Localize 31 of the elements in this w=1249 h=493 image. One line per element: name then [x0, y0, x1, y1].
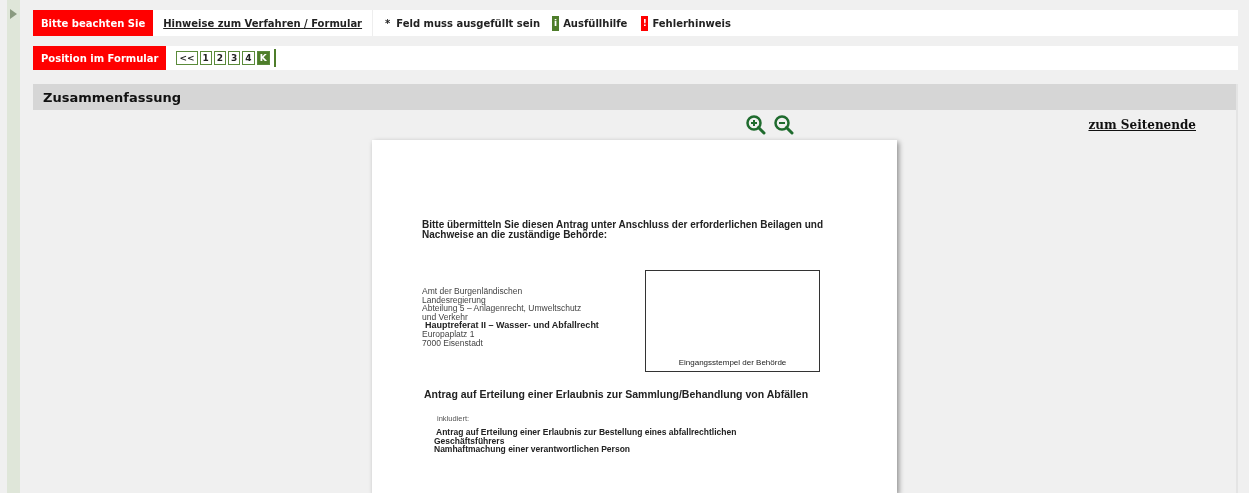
position-label: Position im Formular	[33, 46, 167, 70]
required-mark: *	[385, 17, 391, 29]
instructions-link[interactable]: Hinweise zum Verfahren / Formular	[163, 17, 373, 29]
address-line: Landesregierung	[422, 295, 486, 304]
address-line: Abteilung 5 – Anlagenrecht, Umweltschutz	[422, 304, 583, 313]
page-button[interactable]: 2	[213, 51, 227, 65]
panel-title: Zusammenfassung	[43, 89, 182, 105]
included-item: Namhaftmachung einer verantwortlichen Person	[434, 445, 632, 454]
document-heading: Antrag auf Erteilung einer Erlaubnis zur Sammlung/Behandlung von Abfällen	[424, 388, 810, 400]
zoom-in-icon[interactable]	[745, 115, 766, 135]
address-line: Hauptreferat II – Wasser- und Abfallrecht	[425, 321, 599, 330]
legend-label: Feld muss ausgefüllt sein	[396, 17, 541, 29]
zoom-out-icon[interactable]	[773, 115, 794, 135]
stamp-label: Eingangsstempel der Behörde	[678, 358, 787, 367]
legend-label: Ausfüllhilfe	[563, 17, 628, 29]
address-line: 7000 Eisenstadt	[422, 338, 484, 347]
info-badge: i	[552, 15, 560, 31]
address-line: Europaplatz 1	[422, 330, 475, 339]
page-end-link[interactable]: zum Seitenende	[1088, 118, 1196, 132]
page-button[interactable]: <<	[176, 51, 198, 65]
notice-label: Bitte beachten Sie	[33, 10, 154, 36]
page-button[interactable]: 3	[228, 51, 241, 65]
page-button[interactable]: 4	[242, 51, 255, 65]
included-item: Antrag auf Erteilung einer Erlaubnis zur Bestellung eines abfallrechtlichen Geschäftsführers	[434, 428, 738, 445]
page-button[interactable]: 1	[199, 51, 212, 65]
error-badge: !	[641, 15, 649, 31]
legend-label: Fehlerhinweis	[652, 17, 731, 29]
address-line: und Verkehr	[422, 312, 468, 321]
intro-text: Bitte übermitteln Sie diesen Antrag unter Anschluss der erforderlichen Beilagen und Nachweise an die zuständige Behörde:	[422, 220, 824, 240]
page-button[interactable]: K	[256, 51, 270, 65]
address-line: Amt der Burgenländischen	[422, 287, 524, 296]
